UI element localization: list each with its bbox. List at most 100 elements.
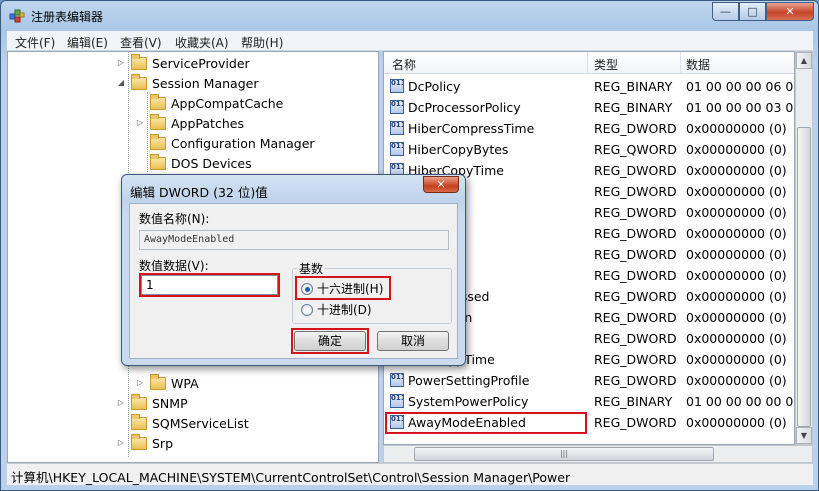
value-data: 0x00000000 (0) xyxy=(686,142,787,157)
column-separator[interactable] xyxy=(680,52,681,74)
tree-item-apppatches[interactable]: ▷ AppPatches xyxy=(135,113,244,133)
value-type: REG_DWORD xyxy=(594,289,677,304)
tree-item-srp[interactable]: ▷ Srp xyxy=(116,433,173,453)
registry-editor-icon xyxy=(9,9,25,23)
value-type: REG_DWORD xyxy=(594,373,677,388)
maximize-button[interactable]: □ xyxy=(739,2,766,21)
value-data-label: 数值数据(V): xyxy=(139,259,209,273)
dec-option[interactable]: 十进制(D) xyxy=(301,301,372,318)
value-data: 0x00000000 (0) xyxy=(686,289,787,304)
tree-item-label: AppPatches xyxy=(171,115,244,131)
expander-placeholder xyxy=(135,138,145,148)
list-item[interactable]: 011 110 DcProcessorPolicy REG_BINARY 01 00 … xyxy=(384,97,795,118)
tree-item-label: Configuration Manager xyxy=(171,135,315,151)
registry-value-icon: 011 110 xyxy=(390,121,404,135)
column-header-name[interactable]: 名称 xyxy=(392,56,416,73)
value-type: REG_DWORD xyxy=(594,247,677,262)
column-header-type[interactable]: 类型 xyxy=(594,56,618,73)
horizontal-scroll-thumb[interactable]: ||| xyxy=(414,447,714,461)
menu-file[interactable]: 文件(F) xyxy=(15,34,55,51)
registry-value-icon: 011 110 xyxy=(390,394,404,408)
menu-view[interactable]: 查看(V) xyxy=(120,34,162,51)
list-item[interactable]: 011 110 HiberCopyBytes REG_QWORD 0x00000000… xyxy=(384,139,794,160)
folder-icon xyxy=(150,373,166,390)
status-bar: 计算机\HKEY_LOCAL_MACHINE\SYSTEM\CurrentCon… xyxy=(7,463,813,485)
ok-button-highlight xyxy=(291,328,369,354)
tree-item-dos-devices[interactable]: DOS Devices xyxy=(135,153,252,173)
cancel-button[interactable]: 取消 xyxy=(377,331,449,351)
value-data: 0x00000000 (0) xyxy=(686,205,787,220)
value-data: 01 00 00 00 06 00 xyxy=(686,79,795,94)
edit-dword-dialog: 编辑 DWORD (32 位)值 ✕ 数值名称(N): AwayModeEnab… xyxy=(121,174,466,366)
dialog-close-button[interactable]: ✕ xyxy=(423,176,459,193)
value-name: HiberCopyBytes xyxy=(408,142,509,157)
registry-value-icon: 011 110 xyxy=(390,100,404,114)
dialog-title: 编辑 DWORD (32 位)值 xyxy=(130,185,268,200)
tree-item-sqmservicelist[interactable]: SQMServiceList xyxy=(116,413,249,433)
column-header-data[interactable]: 数据 xyxy=(686,56,710,73)
window-controls: — □ ✕ xyxy=(712,2,814,21)
tree-item-session-manager[interactable]: ◢ Session Manager xyxy=(116,73,258,93)
tree-item-snmp[interactable]: ▷ SNMP xyxy=(116,393,188,413)
menu-favorites[interactable]: 收藏夹(A) xyxy=(175,34,229,51)
value-type: REG_DWORD xyxy=(594,415,677,430)
value-type: REG_DWORD xyxy=(594,163,677,178)
tree-item-serviceprovider[interactable]: ▷ ServiceProvider xyxy=(116,53,250,73)
expander-placeholder xyxy=(135,158,145,168)
vertical-scrollbar[interactable]: ▲ ▼ xyxy=(795,51,813,445)
scroll-up-arrow-icon[interactable]: ▲ xyxy=(796,52,812,69)
value-name: SystemPowerPolicy xyxy=(408,394,529,409)
expand-arrow-icon[interactable]: ▷ xyxy=(116,398,126,408)
collapse-arrow-icon[interactable]: ◢ xyxy=(116,78,126,88)
menu-edit[interactable]: 编辑(E) xyxy=(67,34,108,51)
horizontal-scrollbar[interactable]: ||| xyxy=(383,445,813,463)
value-data-highlight xyxy=(139,273,280,297)
value-type: REG_DWORD xyxy=(594,331,677,346)
away-mode-highlight xyxy=(385,412,587,434)
value-data: 0x00000000 (0) xyxy=(686,352,787,367)
value-name: PowerSettingProfile xyxy=(408,373,530,388)
folder-icon xyxy=(131,73,147,90)
value-data: 01 00 00 00 03 00 xyxy=(686,100,795,115)
dialog-body: 数值名称(N): AwayModeEnabled 数值数据(V): 1 基数 十… xyxy=(129,203,458,359)
registry-value-icon: 011 110 xyxy=(390,373,404,387)
expand-arrow-icon[interactable]: ▷ xyxy=(116,58,126,68)
list-item[interactable]: 011 110 DcPolicy REG_BINARY 01 00 00 00 06 … xyxy=(384,76,795,97)
value-data: 0x00000000 (0) xyxy=(686,373,787,388)
folder-icon xyxy=(150,113,166,130)
tree-item-configuration-manager[interactable]: Configuration Manager xyxy=(135,133,315,153)
expand-arrow-icon[interactable]: ▷ xyxy=(135,378,145,388)
tree-item-label: ServiceProvider xyxy=(152,55,250,71)
expand-arrow-icon[interactable]: ▷ xyxy=(135,118,145,128)
tree-item-label: Session Manager xyxy=(152,75,259,91)
radio-unselected-icon[interactable] xyxy=(301,303,313,316)
value-type: REG_DWORD xyxy=(594,352,677,367)
scroll-down-arrow-icon[interactable]: ▼ xyxy=(796,427,812,444)
list-item[interactable]: 011 110 HiberCompressTime REG_DWORD 0x00000… xyxy=(384,118,794,139)
value-name-field: AwayModeEnabled xyxy=(139,230,449,250)
tree-item-wpa[interactable]: ▷ WPA xyxy=(135,373,199,393)
close-button[interactable]: ✕ xyxy=(766,2,814,21)
expander-placeholder xyxy=(135,98,145,108)
menu-help[interactable]: 帮助(H) xyxy=(241,34,283,51)
value-type: REG_DWORD xyxy=(594,226,677,241)
value-data: 0x00000000 (0) xyxy=(686,310,787,325)
minimize-button[interactable]: — xyxy=(712,2,739,21)
value-type: REG_DWORD xyxy=(594,121,677,136)
expand-arrow-icon[interactable]: ▷ xyxy=(116,438,126,448)
list-item[interactable]: 011 110 PowerSettingProfile REG_DWORD 0x000… xyxy=(384,370,794,391)
value-name: DcPolicy xyxy=(408,79,461,94)
value-data: 0x00000000 (0) xyxy=(686,331,787,346)
value-data: 0x00000000 (0) xyxy=(686,415,787,430)
folder-icon xyxy=(150,133,166,150)
registry-value-icon: 011 110 xyxy=(390,142,404,156)
value-data: 0x00000000 (0) xyxy=(686,268,787,283)
list-item[interactable]: 011 110 SystemPowerPolicy REG_BINARY 01 00 … xyxy=(384,391,794,412)
tree-item-appcompatcache[interactable]: AppCompatCache xyxy=(135,93,283,113)
scroll-thumb[interactable] xyxy=(797,127,811,427)
registry-value-icon: 011 110 xyxy=(390,79,404,93)
folder-icon xyxy=(131,433,147,450)
title-bar: 注册表编辑器 — □ ✕ xyxy=(1,1,819,31)
window-title: 注册表编辑器 xyxy=(31,10,104,24)
column-separator[interactable] xyxy=(587,52,588,74)
